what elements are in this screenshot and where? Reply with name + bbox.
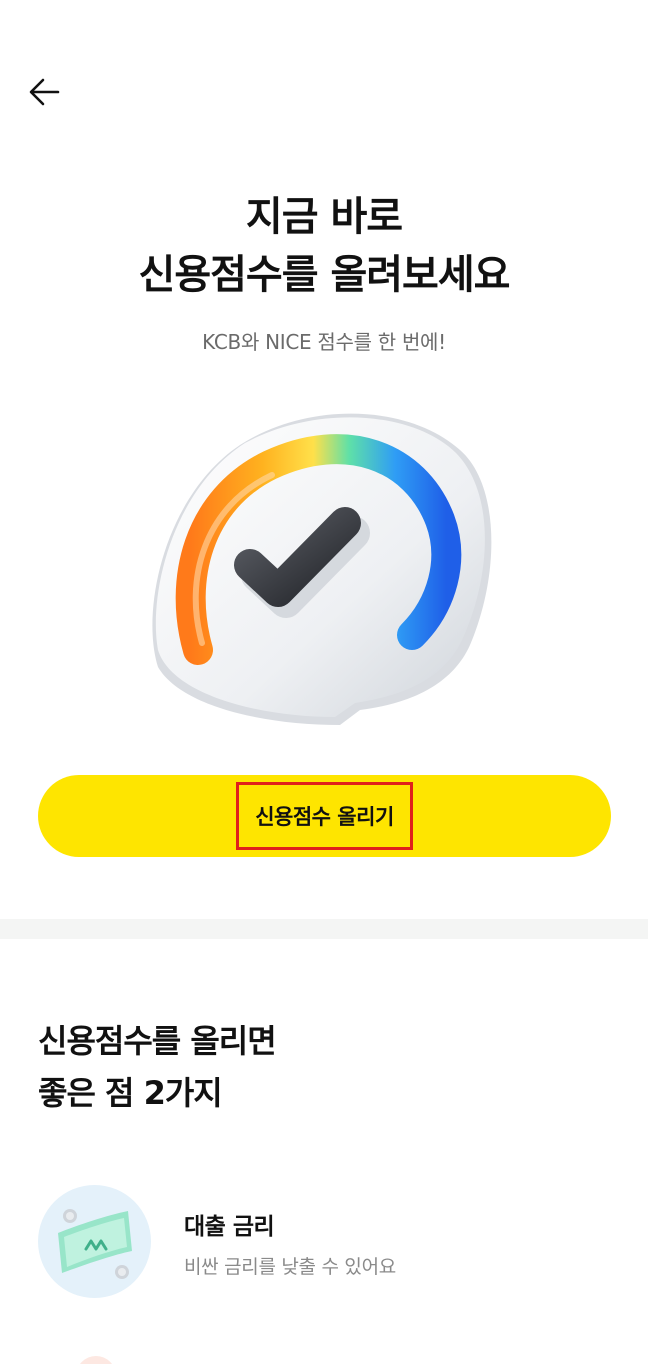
benefit-title: 대출 금리 xyxy=(184,1214,275,1240)
page-subtitle: KCB와 NICE 점수를 한 번에! xyxy=(202,330,446,354)
section-divider xyxy=(0,919,648,939)
back-button[interactable] xyxy=(22,70,66,114)
arrow-left-icon xyxy=(29,78,60,106)
benefit-item-loan-rate: 대출 금리 비싼 금리를 낮출 수 있어요 xyxy=(38,1185,618,1299)
raise-credit-score-label: 신용점수 올리기 xyxy=(236,782,413,850)
banknote-icon xyxy=(38,1185,151,1298)
next-benefit-icon xyxy=(76,1356,116,1364)
benefits-heading-line-2: 좋은 점 2가지 xyxy=(38,1074,223,1112)
raise-credit-score-button[interactable]: 신용점수 올리기 xyxy=(38,775,611,857)
credit-score-page: 지금 바로 신용점수를 올려보세요 KCB와 NICE 점수를 한 번에! 신용… xyxy=(0,0,648,1364)
benefits-heading: 신용점수를 올리면 좋은 점 2가지 xyxy=(38,1015,277,1119)
benefit-description: 비싼 금리를 낮출 수 있어요 xyxy=(184,1256,396,1278)
page-title-line-2: 신용점수를 올려보세요 xyxy=(138,252,511,298)
credit-gauge-illustration xyxy=(152,413,492,725)
benefits-heading-line-1: 신용점수를 올리면 xyxy=(38,1022,277,1060)
page-title: 지금 바로 신용점수를 올려보세요 xyxy=(0,188,648,304)
page-title-line-1: 지금 바로 xyxy=(245,194,403,240)
